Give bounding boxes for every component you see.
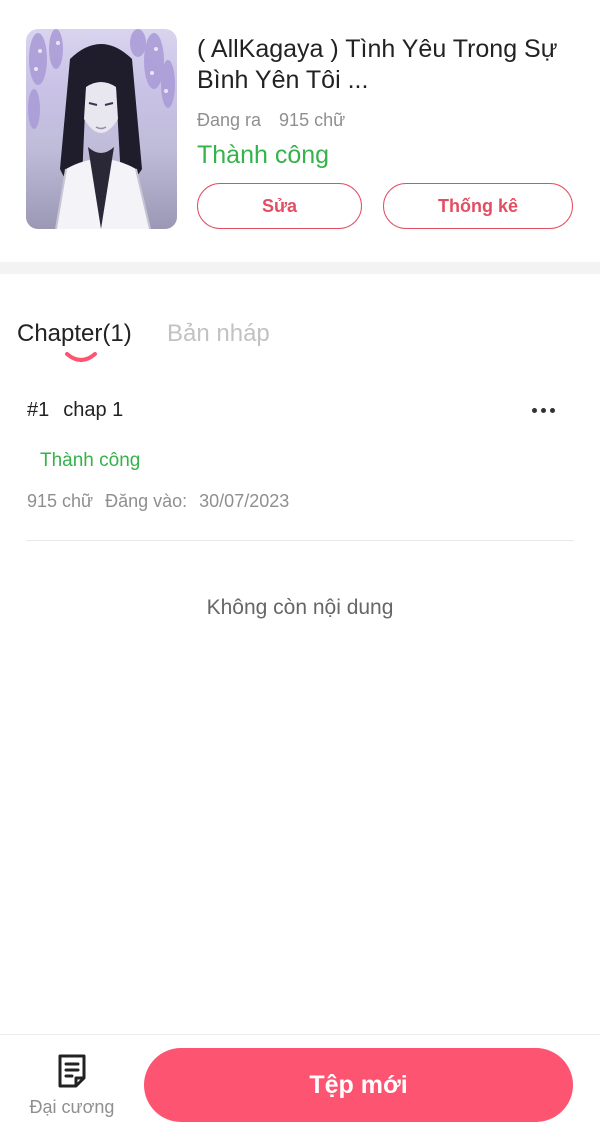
chapter-posted-date: 30/07/2023 (199, 491, 290, 511)
chapter-list-item[interactable]: #1 chap 1 Thành công 915 chữ Đăng vào: 30/0… (26, 388, 574, 541)
outline-label: Đại cương (29, 1097, 115, 1117)
new-file-button[interactable]: Tệp mới (144, 1048, 573, 1122)
chapter-status: Thành công (40, 450, 141, 471)
edit-button[interactable]: Sửa (197, 183, 362, 229)
story-meta: Đang ra 915 chữ (197, 110, 345, 131)
story-header: ( AllKagaya ) Tình Yêu Trong Sự Bình Yên… (0, 0, 600, 262)
chapter-posted-label: Đăng vào: (105, 491, 188, 511)
story-manage-screen: ( AllKagaya ) Tình Yêu Trong Sự Bình Yên… (0, 0, 600, 1146)
chapter-number: #1 (27, 399, 50, 421)
document-list-icon (58, 1054, 86, 1088)
outline-button[interactable]: Đại cương (16, 1051, 128, 1131)
active-tab-indicator (65, 352, 97, 362)
tab-drafts[interactable]: Bản nháp (167, 320, 270, 348)
section-divider (0, 262, 600, 274)
story-word-count: 915 chữ (279, 110, 346, 130)
chapter-name: chap 1 (63, 399, 124, 421)
serial-status: Đang ra (197, 110, 262, 130)
chapter-word-count: 915 chữ (27, 491, 94, 511)
chapter-title: #1 chap 1 (27, 399, 123, 422)
more-horizontal-icon[interactable] (532, 408, 556, 416)
story-title: ( AllKagaya ) Tình Yêu Trong Sự Bình Yên… (197, 35, 558, 94)
end-of-content-note: Không còn nội dung (206, 596, 394, 619)
bottom-action-bar: Đại cương Tệp mới (0, 1034, 600, 1146)
tab-chapters[interactable]: Chapter(1) (17, 320, 132, 348)
chapter-meta: 915 chữ Đăng vào: 30/07/2023 (27, 491, 301, 512)
story-review-status: Thành công (197, 141, 330, 169)
statistics-button[interactable]: Thống kê (383, 183, 573, 229)
story-cover-image[interactable] (26, 29, 177, 229)
